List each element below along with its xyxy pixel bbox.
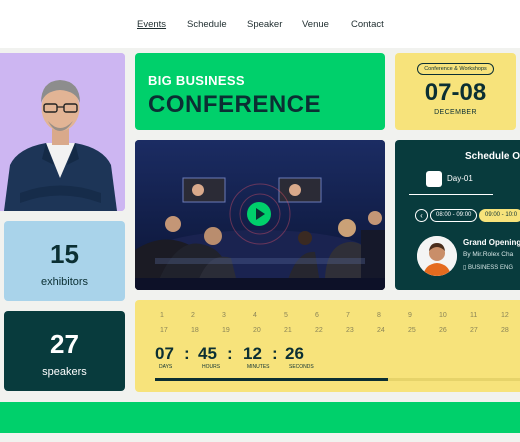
nav-speaker[interactable]: Speaker (247, 19, 282, 30)
speaker-photo (0, 53, 125, 211)
time-slot-2[interactable]: 09:00 - 10:0 (479, 209, 520, 222)
event-presenter: By Mir.Rolex Cha (463, 251, 514, 258)
calendar-date: 2 (191, 312, 195, 319)
top-nav: Events Schedule Speaker Venue Contact (0, 0, 520, 48)
calendar-date: 25 (408, 327, 416, 334)
countdown-minutes-label: MINUTES (247, 364, 270, 370)
speakers-label: speakers (42, 366, 87, 378)
calendar-date: 12 (501, 312, 509, 319)
countdown-separator: : (184, 344, 190, 363)
time-slot-1[interactable]: 08:00 - 09:00 (430, 209, 478, 222)
calendar-date: 10 (439, 312, 447, 319)
speakers-stat: 27 speakers (4, 311, 125, 391)
countdown-seconds-value: 26 (285, 344, 304, 363)
calendar-date: 26 (439, 327, 447, 334)
event-days: 07-08 (424, 79, 487, 106)
nav-events[interactable]: Events (137, 19, 166, 30)
calendar-date: 23 (346, 327, 354, 334)
countdown-card: 1 2 3 4 5 6 7 8 9 10 11 12 17 18 19 20 21 22 23 24 25 26 27 28 … (135, 300, 520, 392)
calendar-date: 20 (253, 327, 261, 334)
calendar-date: 19 (222, 327, 230, 334)
countdown-days-value: 07 (155, 344, 174, 363)
nav-venue[interactable]: Venue (302, 19, 329, 30)
event-title[interactable]: Grand Opening (463, 238, 520, 247)
day-tab-underline (409, 194, 493, 195)
calendar-date: 9 (408, 312, 412, 319)
event-type-badge: Conference & Workshops (417, 63, 494, 75)
calendar-date: 6 (315, 312, 319, 319)
calendar-date: 11 (470, 312, 478, 319)
countdown-hours-value: 45 (198, 344, 217, 363)
event-video[interactable] (135, 140, 385, 290)
calendar-date: 4 (253, 312, 257, 319)
day-tab[interactable]: Day-01 (447, 174, 473, 183)
calendar-date: 7 (346, 312, 350, 319)
chevron-left-icon[interactable]: ‹ (415, 209, 428, 222)
hero-line2: CONFERENCE (148, 91, 322, 118)
nav-schedule[interactable]: Schedule (187, 19, 227, 30)
presenter-avatar (417, 236, 457, 276)
event-tags: ▯ BUSINESS ENG (463, 264, 513, 271)
calendar-date: 8 (377, 312, 381, 319)
date-card: Conference & Workshops 07-08 DECEMBER (395, 53, 516, 130)
calendar-date: 5 (284, 312, 288, 319)
calendar-icon (426, 171, 442, 187)
countdown-separator: : (227, 344, 233, 363)
exhibitors-label: exhibitors (40, 276, 89, 288)
exhibitors-value: 15 (50, 239, 79, 269)
countdown-separator: : (272, 344, 278, 363)
calendar-date: 17 (160, 327, 168, 334)
countdown-days-label: DAYS (159, 364, 173, 370)
countdown-minutes-value: 12 (243, 344, 262, 363)
calendar-date: 3 (222, 312, 226, 319)
hero-line1: BIG BUSINESS (148, 73, 245, 88)
footer-band (0, 402, 520, 433)
play-icon[interactable] (247, 202, 271, 226)
calendar-date: 27 (470, 327, 478, 334)
exhibitors-stat: 15 exhibitors (4, 221, 125, 301)
schedule-card: Schedule O Day-01 ‹ 08:00 - 09:00 09:00 … (395, 140, 520, 290)
speaker-portrait (0, 53, 125, 211)
nav-contact[interactable]: Contact (351, 19, 384, 30)
calendar-date: 18 (191, 327, 199, 334)
calendar-date: 22 (315, 327, 323, 334)
countdown-hours-label: HOURS (202, 364, 221, 370)
calendar-date: 24 (377, 327, 385, 334)
event-tags-text: BUSINESS ENG (467, 265, 513, 271)
speakers-value: 27 (50, 329, 79, 359)
event-month: DECEMBER (434, 109, 477, 116)
calendar-date: 21 (284, 327, 292, 334)
calendar-date: 28 (501, 327, 509, 334)
countdown-progress (155, 378, 520, 381)
calendar-date: 1 (160, 312, 164, 319)
schedule-title: Schedule O (465, 151, 520, 162)
countdown-seconds-label: SECONDS (289, 364, 314, 370)
hero-title-card: BIG BUSINESS CONFERENCE (135, 53, 385, 130)
